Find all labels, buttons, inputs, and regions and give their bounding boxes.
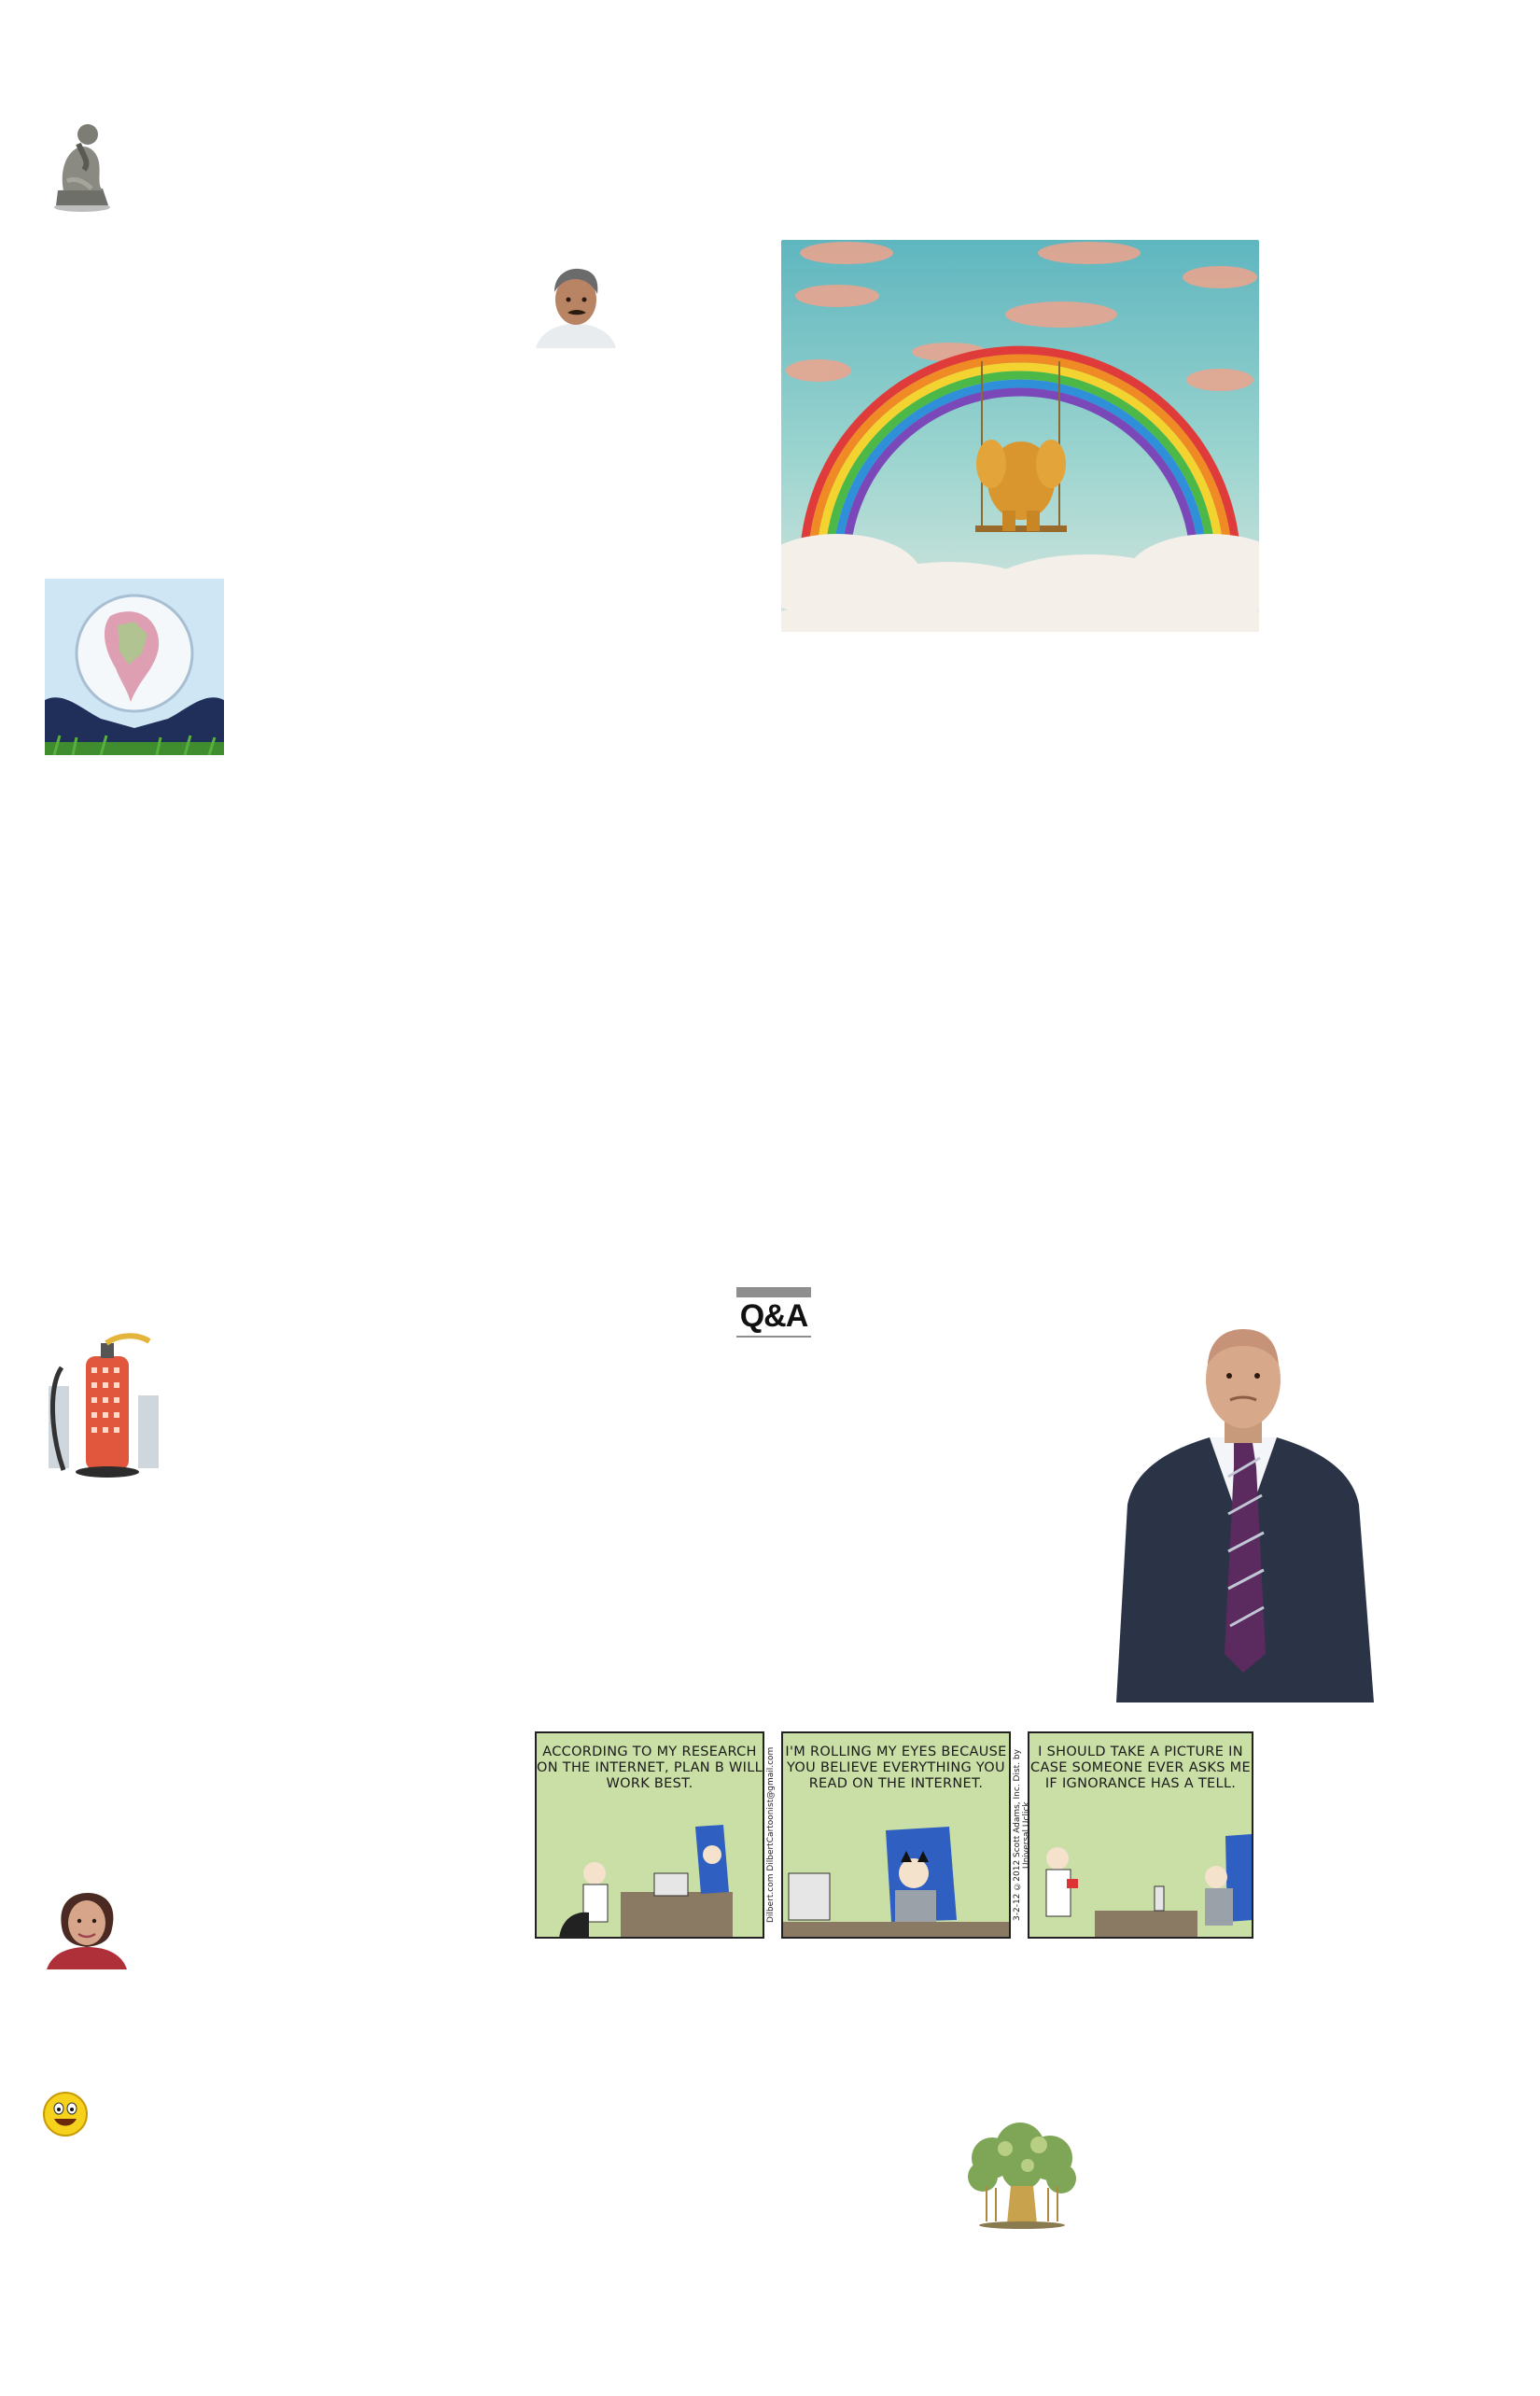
comic-panel-1-art: [559, 1825, 733, 1937]
qa-badge: Q&A: [736, 1287, 811, 1339]
fire-extinguisher-building-illustration: [45, 1330, 162, 1479]
comic-side-credit-1: Dilbert.com DilbertCartoonist@gmail.com: [766, 1746, 776, 1924]
columnist-portrait-man: [532, 264, 620, 348]
comic-panel-3-speech: I SHOULD TAKE A PICTURE IN CASE SOMEONE …: [1030, 1744, 1251, 1791]
comic-panel-2-art: [783, 1827, 1009, 1937]
comic-panel-1-speech: ACCORDING TO MY RESEARCH ON THE INTERNET…: [537, 1744, 763, 1791]
elephant-rainbow-swing-illustration: [781, 240, 1259, 632]
comic-panel-3: I SHOULD TAKE A PICTURE IN CASE SOMEONE …: [1028, 1731, 1253, 1939]
comic-side-credit-2: 3-2-12 ©2012 Scott Adams, Inc. Dist. by …: [1013, 1749, 1031, 1921]
qa-badge-label: Q&A: [739, 1298, 809, 1334]
comic-panel-2-speech: I'M ROLLING MY EYES BECAUSE YOU BELIEVE …: [785, 1744, 1007, 1791]
thinker-statue-image: [54, 124, 110, 212]
banyan-tree-illustration: [964, 2121, 1080, 2231]
comic-panel-3-art: [1045, 1834, 1252, 1937]
dilbert-comic-strip: ACCORDING TO MY RESEARCH ON THE INTERNET…: [535, 1731, 1253, 1941]
columnist-portrait-woman: [45, 1889, 129, 1969]
comic-panel-1: ACCORDING TO MY RESEARCH ON THE INTERNET…: [535, 1731, 764, 1939]
india-globe-in-hands-illustration: [45, 579, 224, 755]
qa-badge-underline: [736, 1336, 811, 1338]
smiley-icon: [43, 2092, 88, 2137]
qa-badge-top-bar: [736, 1287, 811, 1297]
businessman-portrait: [1107, 1318, 1379, 1702]
comic-panel-2: I'M ROLLING MY EYES BECAUSE YOU BELIEVE …: [781, 1731, 1011, 1939]
